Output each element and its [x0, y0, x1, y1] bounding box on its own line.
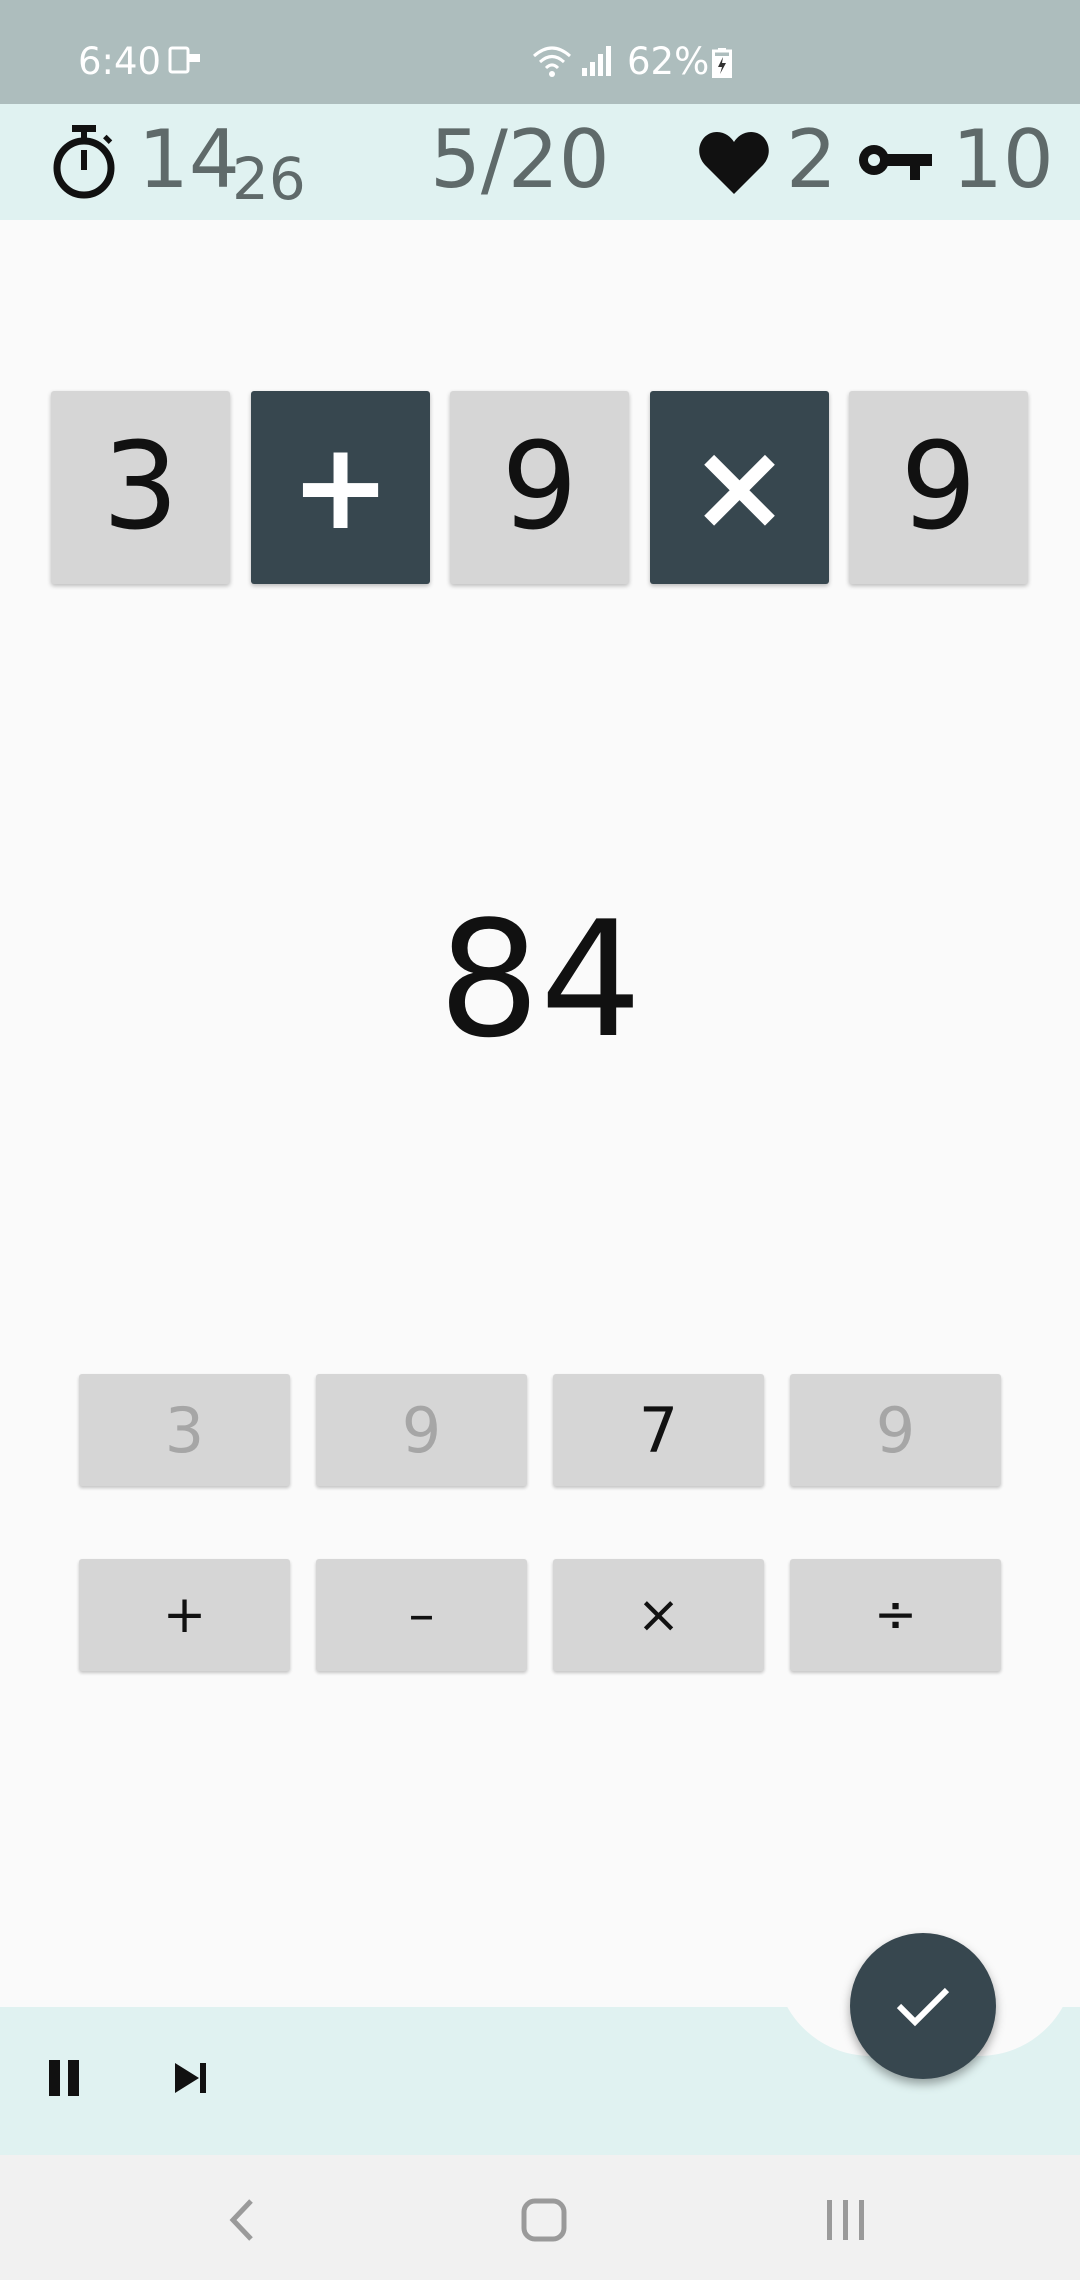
home-icon: [521, 2198, 567, 2242]
key-icon: [859, 145, 932, 180]
lives-count: 2: [786, 113, 837, 206]
back-icon: [229, 2199, 253, 2241]
level-progress: 5/20: [430, 113, 610, 206]
pause-icon: [49, 2060, 79, 2096]
expression-tile-number[interactable]: 9: [450, 391, 629, 584]
game-header: 14 26 5/20 2 10: [0, 104, 1080, 220]
digit-key[interactable]: 7: [553, 1374, 764, 1486]
signal-icon: [582, 46, 611, 76]
digit-key[interactable]: 9: [790, 1374, 1001, 1486]
plus-key[interactable]: +: [79, 1559, 290, 1671]
check-icon: [896, 1987, 950, 2027]
status-bar: 6:40 62%: [0, 0, 1080, 104]
nav-home-button[interactable]: [514, 2190, 574, 2250]
nav-recents-button[interactable]: [816, 2190, 876, 2250]
stopwatch-icon: [53, 125, 115, 199]
expression-tile-operator[interactable]: ×: [650, 391, 829, 584]
timer-seconds: 14: [138, 113, 240, 206]
multiply-key[interactable]: ×: [553, 1559, 764, 1671]
minus-key[interactable]: –: [316, 1559, 527, 1671]
status-time: 6:40: [78, 40, 162, 83]
expression-tile-number[interactable]: 9: [849, 391, 1028, 584]
skip-next-icon: [175, 2063, 206, 2093]
battery-percentage: 62%: [627, 40, 710, 83]
skip-button[interactable]: [165, 2052, 217, 2104]
keys-count: 10: [952, 113, 1054, 206]
battery-icon: [712, 48, 732, 78]
heart-icon: [699, 132, 769, 194]
digit-key[interactable]: 3: [79, 1374, 290, 1486]
digit-key[interactable]: 9: [316, 1374, 527, 1486]
expression-tile-number[interactable]: 3: [51, 391, 230, 584]
submit-fab[interactable]: [850, 1933, 996, 2079]
timer-fraction: 26: [232, 145, 306, 213]
pause-button[interactable]: [40, 2052, 88, 2104]
divide-key[interactable]: ÷: [790, 1559, 1001, 1671]
notification-icon: [168, 46, 200, 74]
wifi-icon: [533, 46, 571, 77]
recents-icon: [827, 2200, 864, 2240]
target-number: 84: [438, 886, 642, 1073]
expression-tile-operator[interactable]: +: [251, 391, 430, 584]
nav-back-button[interactable]: [212, 2190, 272, 2250]
